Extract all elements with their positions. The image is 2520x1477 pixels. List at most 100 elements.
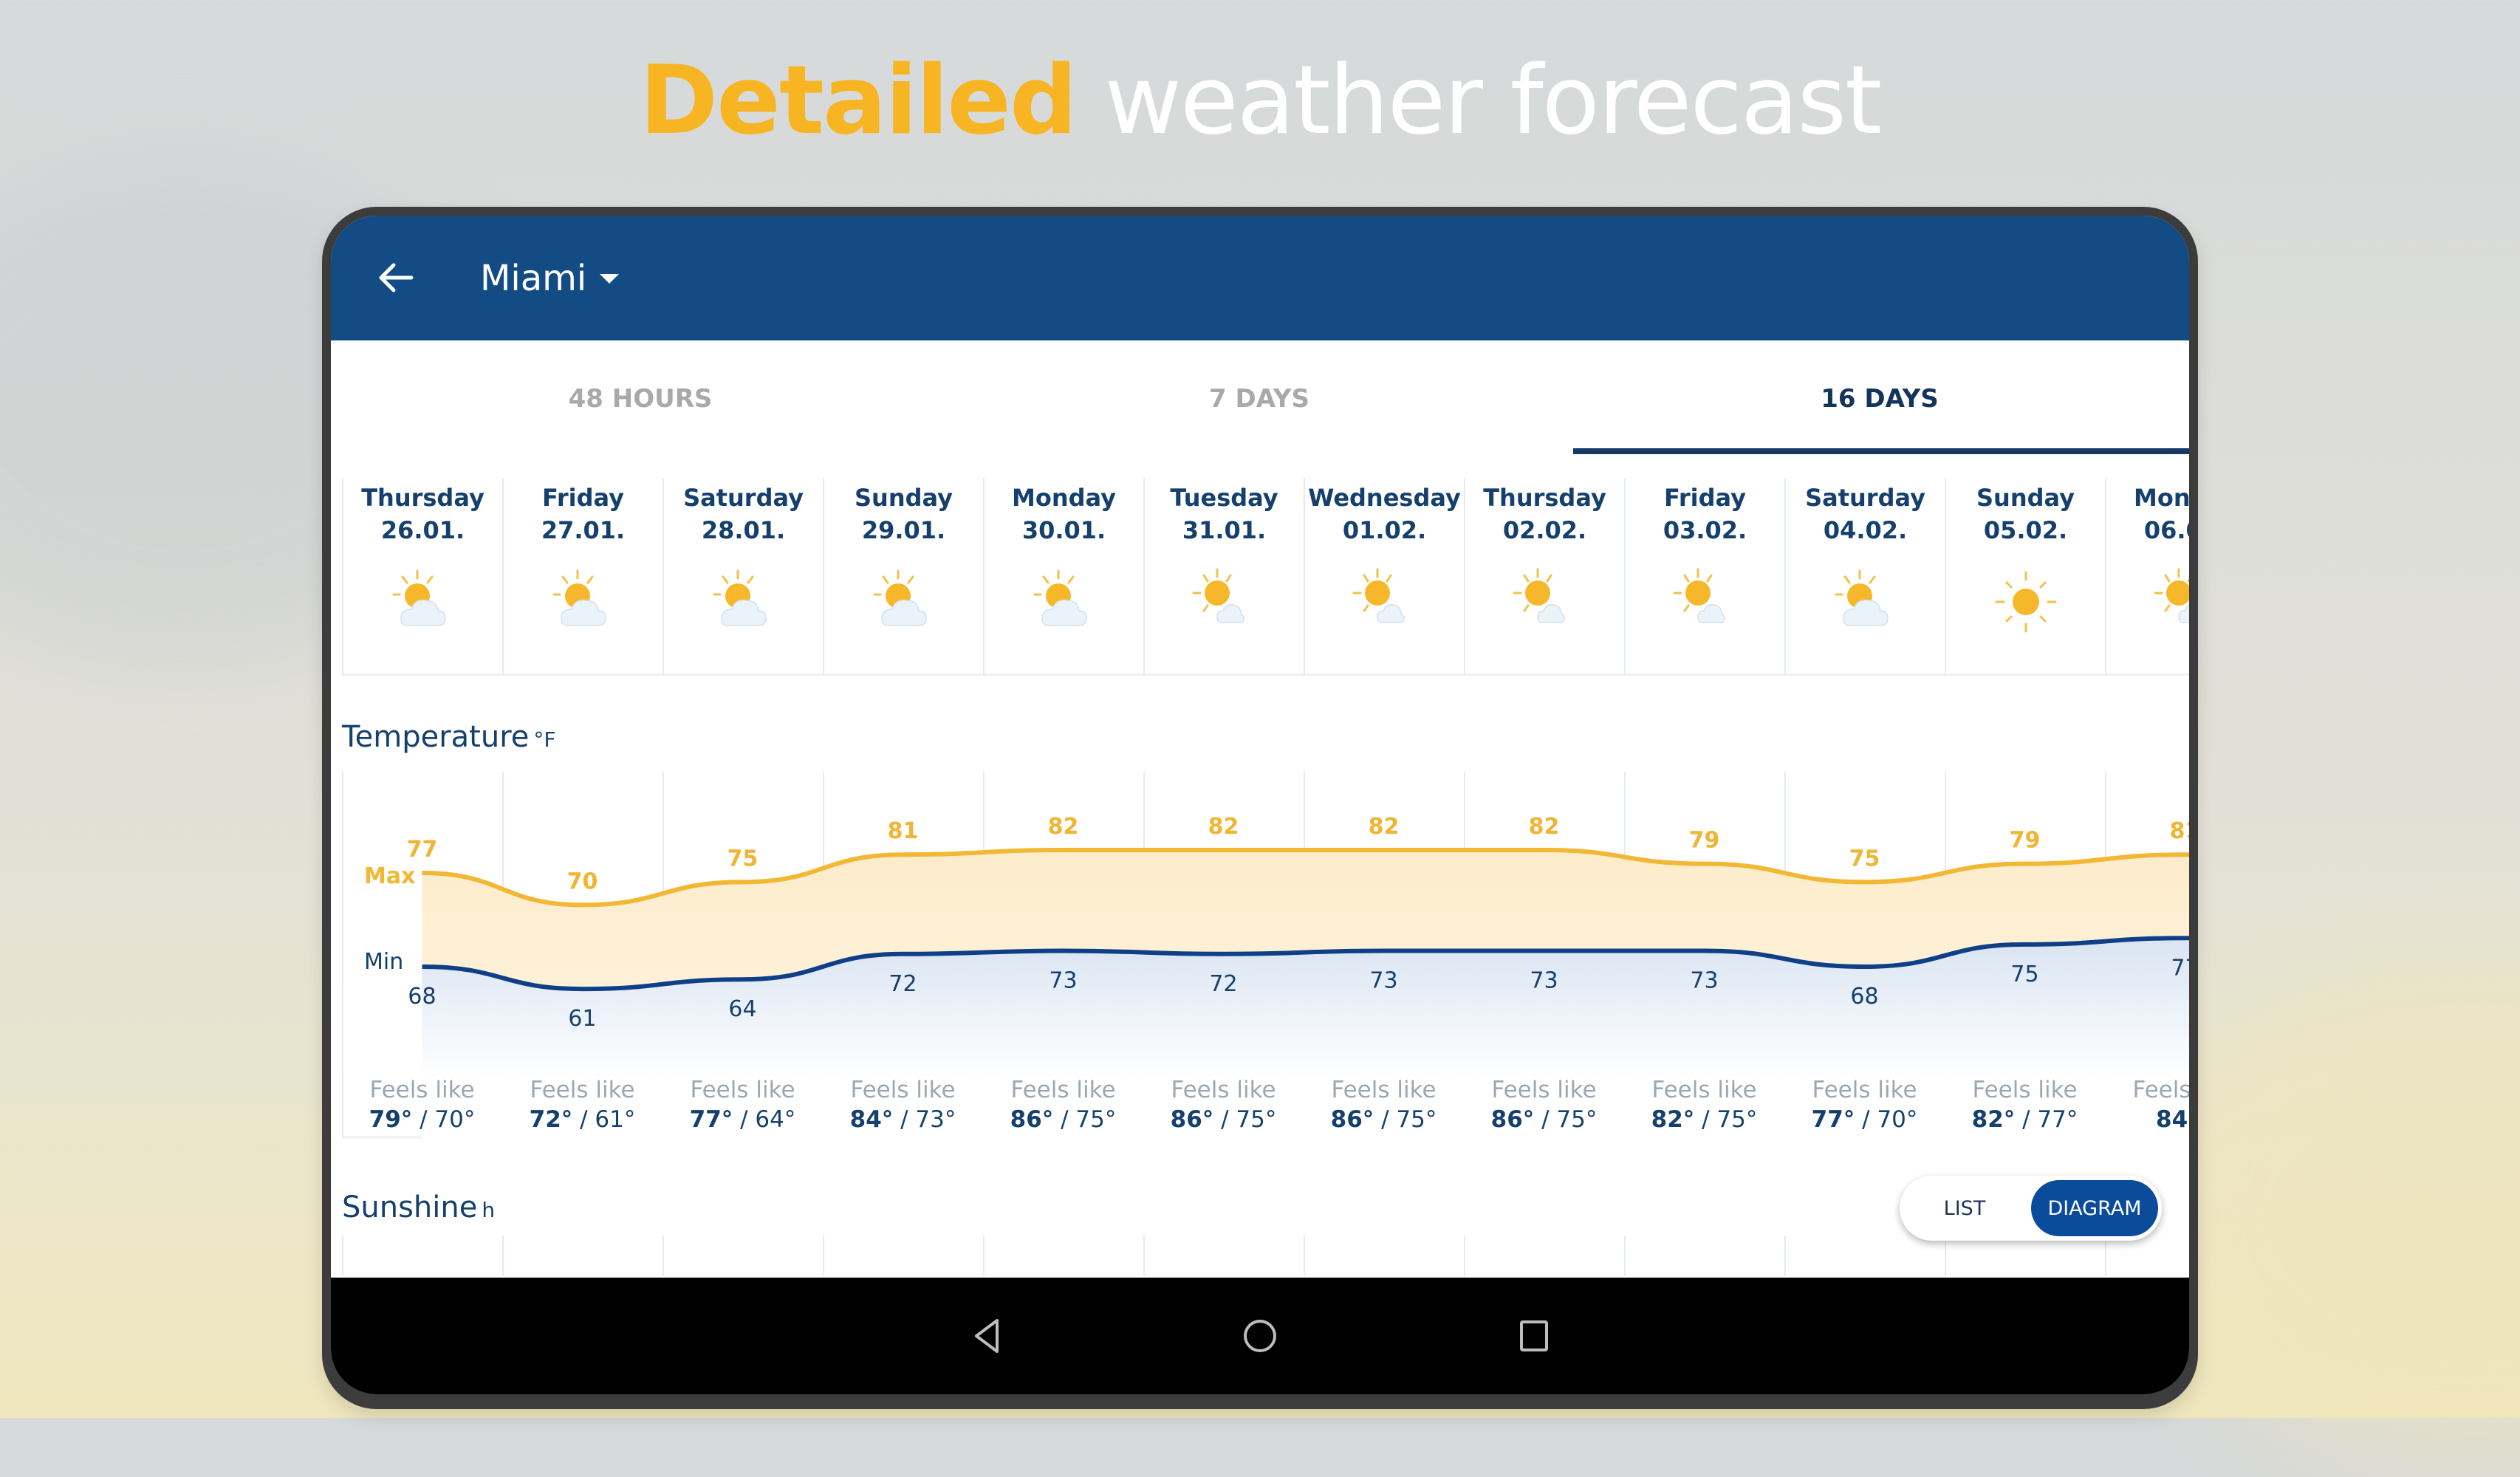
feels-like-separator: / [412, 1106, 435, 1133]
feels-like: Feels like 86° / 75° [1304, 1077, 1464, 1133]
day-name: Wednesday [1308, 484, 1461, 512]
tab-7-days[interactable]: 7 DAYS [950, 340, 1569, 456]
feels-like: Feels like 84° / [2105, 1077, 2189, 1133]
app-bar: Miami [331, 216, 2189, 340]
feels-like: Feels like 72° / 61° [502, 1077, 662, 1133]
feels-like-separator: / [1053, 1106, 1076, 1133]
feels-like-label: Feels like [1331, 1077, 1437, 1103]
nav-home-icon [1244, 1320, 1276, 1352]
days-strip[interactable]: Thursday 26.01. Friday 27.01. Saturday 28.01.… [342, 478, 2189, 676]
grid-line [1945, 1236, 1946, 1276]
day-column[interactable]: Saturday 04.02. [1784, 478, 1945, 676]
min-value-label: 68 [1850, 984, 1878, 1010]
day-column[interactable]: Wednesday 01.02. [1304, 478, 1464, 676]
min-value-label: 77 [2171, 955, 2189, 981]
grid-line [983, 1236, 985, 1276]
arrow-left-icon [379, 263, 414, 292]
grid-line [1624, 1236, 1626, 1276]
partly-cloudy-icon [867, 565, 941, 639]
feels-like-separator: / [1694, 1106, 1717, 1133]
feels-like-value: 82° / 77° [1945, 1106, 2105, 1133]
feels-like-value: 84° / 73° [823, 1106, 983, 1133]
feels-like-label: Feels like [1651, 1077, 1757, 1103]
day-name: Monday [2134, 484, 2189, 512]
feels-like-label: Feels like [530, 1077, 635, 1103]
feels-like-min: 70° [434, 1106, 476, 1133]
feels-like-label: Feels like [2132, 1077, 2189, 1103]
max-value-label: 82 [1048, 814, 1079, 840]
sunshine-chart [342, 1236, 2189, 1276]
feels-like: Feels like 86° / 75° [1464, 1077, 1624, 1133]
max-value-label: 75 [727, 846, 759, 871]
back-button[interactable] [369, 251, 422, 304]
feels-like: Feels like 79° / 70° [342, 1077, 502, 1133]
temperature-title-text: Temperature [342, 720, 530, 754]
city-selector[interactable]: Miami [480, 253, 620, 304]
grid-line [502, 1236, 504, 1276]
feels-like-min: 70° [1877, 1106, 1918, 1133]
feels-like-min: 73° [915, 1106, 956, 1133]
feels-like-label: Feels like [369, 1077, 475, 1103]
tablet-frame: Miami 48 HOURS 7 DAYS 16 DAYS Thursday 26… [322, 207, 2198, 1409]
day-name: Saturday [683, 484, 804, 512]
day-name: Friday [542, 484, 624, 512]
max-value-label: 82 [1369, 814, 1400, 840]
day-column[interactable]: Saturday 28.01. [662, 478, 823, 676]
list-view-button[interactable]: LIST [1906, 1180, 2024, 1236]
sunshine-title-text: Sunshine [342, 1190, 478, 1224]
nav-recents-button[interactable] [1508, 1310, 1560, 1362]
day-column[interactable]: Sunday 05.02. [1945, 478, 2105, 676]
feels-like-min: 61° [595, 1106, 636, 1133]
day-column[interactable]: Thursday 02.02. [1464, 478, 1624, 676]
day-name: Saturday [1805, 484, 1925, 512]
feels-like-separator: / [733, 1106, 756, 1133]
feels-like-separator: / [1855, 1106, 1877, 1133]
tab-48-hours[interactable]: 48 HOURS [331, 340, 950, 456]
feels-like-max: 86° [1170, 1106, 1214, 1133]
day-column[interactable]: Tuesday 31.01. [1143, 478, 1304, 676]
diagram-view-button[interactable]: DIAGRAM [2031, 1180, 2158, 1236]
day-name: Sunday [1976, 484, 2075, 512]
nav-home-button[interactable] [1234, 1310, 1286, 1362]
grid-line [662, 1236, 664, 1276]
day-date: 28.01. [701, 516, 786, 544]
day-column[interactable]: Sunday 29.01. [823, 478, 983, 676]
max-value-label: 77 [407, 837, 438, 863]
feels-like-label: Feels like [1491, 1077, 1597, 1103]
feels-like-label: Feels like [1010, 1077, 1116, 1103]
partly-cloudy-icon [1027, 565, 1101, 639]
nav-back-icon [975, 1319, 999, 1353]
active-tab-indicator [1573, 448, 2189, 454]
tab-16-days[interactable]: 16 DAYS [1570, 340, 2189, 456]
feels-like-value: 86° / 75° [1464, 1106, 1624, 1133]
day-date: 03.02. [1663, 516, 1747, 544]
grid-line [2105, 1236, 2106, 1276]
day-column[interactable]: Monday 30.01. [983, 478, 1143, 676]
feels-like-label: Feels like [850, 1077, 956, 1103]
day-column[interactable]: Friday 03.02. [1624, 478, 1784, 676]
temperature-chart: Max Min 77 68 70 61 75 64 81 72 82 73 82 72 82 73 82 73 79… [342, 772, 2189, 1139]
day-date: 30.01. [1021, 516, 1106, 544]
min-value-label: 64 [728, 996, 756, 1022]
grid-line [342, 1236, 343, 1276]
feels-like-min: 77° [2037, 1106, 2078, 1133]
feels-like: Feels like 86° / 75° [1143, 1077, 1304, 1133]
feels-like-separator: / [1534, 1106, 1557, 1133]
feels-like-min: 75° [1556, 1106, 1598, 1133]
day-column[interactable]: Thursday 26.01. [342, 478, 502, 676]
view-toggle: LIST DIAGRAM [1900, 1176, 2162, 1241]
max-value-label: 79 [1689, 828, 1720, 854]
day-name: Friday [1664, 484, 1746, 512]
day-date: 04.02. [1823, 516, 1908, 544]
day-name: Thursday [1483, 484, 1606, 512]
app-screen: Miami 48 HOURS 7 DAYS 16 DAYS Thursday 26… [331, 216, 2189, 1394]
min-value-label: 73 [1369, 968, 1397, 994]
grid-line [1304, 1236, 1305, 1276]
min-value-label: 72 [1209, 971, 1237, 997]
day-date: 31.01. [1182, 516, 1267, 544]
feels-like-separator: / [1374, 1106, 1397, 1133]
nav-back-button[interactable] [961, 1310, 1013, 1362]
feels-like-max: 82° [1971, 1106, 2016, 1133]
day-column[interactable]: Monday 06.02. [2105, 478, 2189, 676]
day-column[interactable]: Friday 27.01. [502, 478, 662, 676]
